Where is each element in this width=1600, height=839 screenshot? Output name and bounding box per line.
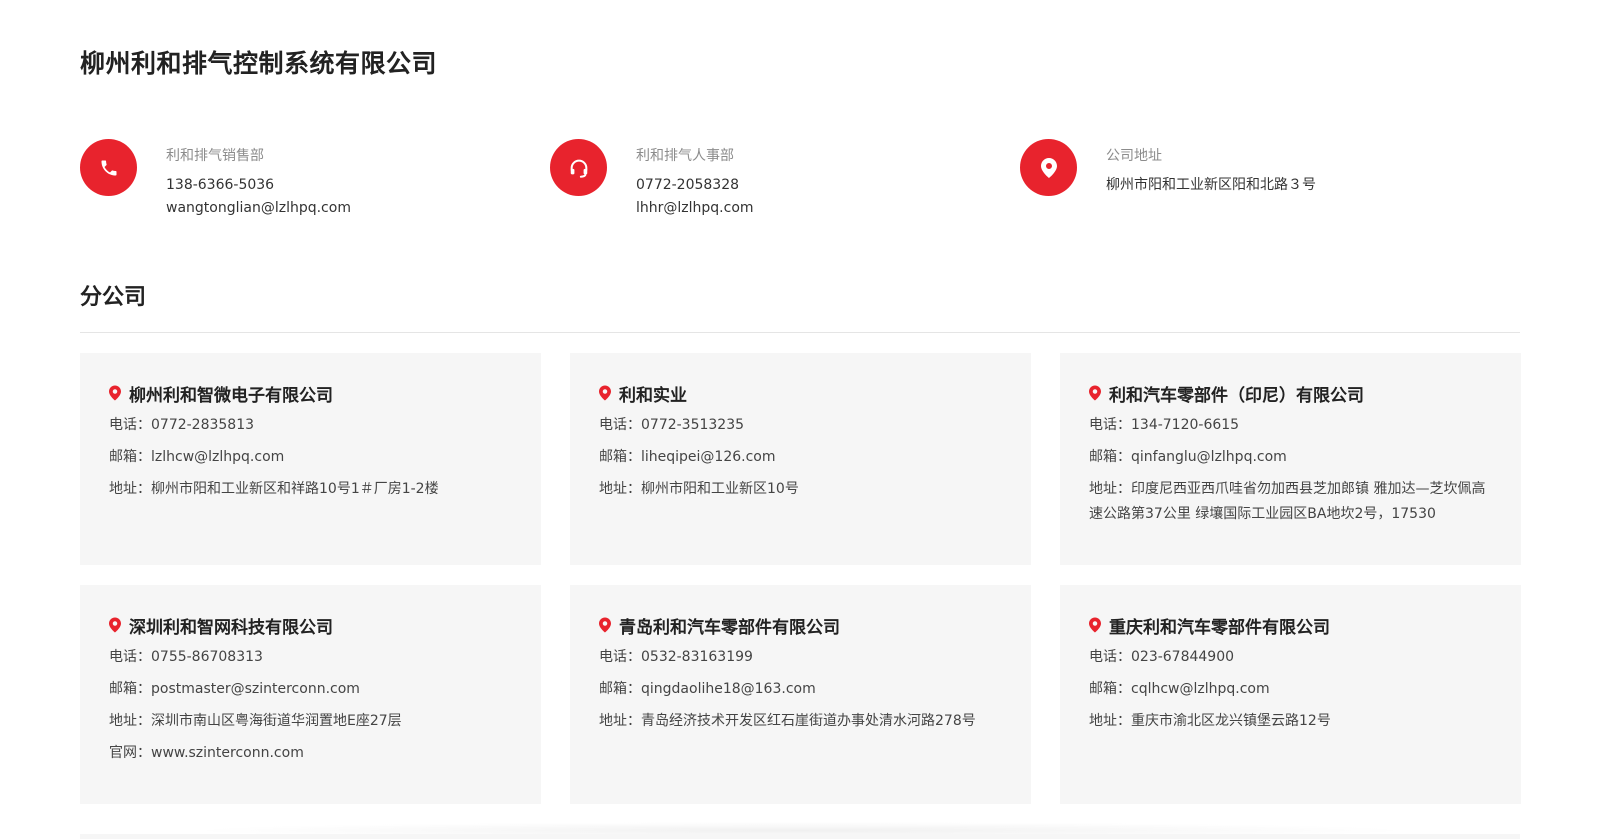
branch-card: 青岛利和汽车零部件有限公司 电话：0532-83163199 邮箱：qingda… xyxy=(570,585,1031,804)
contact-label: 利和排气销售部 xyxy=(166,148,264,164)
contact-info: 公司地址 柳州市阳和工业新区阳和北路３号 xyxy=(1106,139,1316,197)
branch-card: 重庆利和汽车零部件有限公司 电话：023-67844900 邮箱：cqlhcw@… xyxy=(1060,585,1521,804)
branch-phone: 电话：134-7120-6615 xyxy=(1089,417,1240,433)
branch-name: 深圳利和智网科技有限公司 xyxy=(109,613,512,638)
branch-card: 利和实业 电话：0772-3513235 邮箱：liheqipei@126.co… xyxy=(570,353,1031,565)
location-pin-icon xyxy=(1020,139,1077,196)
branch-name-text: 重庆利和汽车零部件有限公司 xyxy=(1109,617,1330,638)
contact-list: 利和排气销售部 138-6366-5036 wangtonglian@lzlhp… xyxy=(80,139,1520,239)
location-pin-icon xyxy=(1089,617,1101,633)
branch-card: 利和汽车零部件（印尼）有限公司 电话：134-7120-6615 邮箱：qinf… xyxy=(1060,353,1521,565)
contact-address-text: 柳州市阳和工业新区阳和北路３号 xyxy=(1106,177,1316,193)
branch-address: 地址：柳州市阳和工业新区10号 xyxy=(599,481,799,497)
branch-name: 柳州利和智微电子有限公司 xyxy=(109,381,512,406)
branch-email: 邮箱：qinfanglu@lzlhpq.com xyxy=(1089,449,1287,465)
divider xyxy=(80,332,1520,333)
branch-name: 利和汽车零部件（印尼）有限公司 xyxy=(1089,381,1492,406)
contact-email: lhhr@lzlhpq.com xyxy=(636,200,754,216)
branch-name-text: 深圳利和智网科技有限公司 xyxy=(129,617,333,638)
location-pin-icon xyxy=(109,385,121,401)
branch-name-text: 青岛利和汽车零部件有限公司 xyxy=(619,617,840,638)
contact-address: 公司地址 柳州市阳和工业新区阳和北路３号 xyxy=(1020,139,1316,197)
branch-email: 邮箱：liheqipei@126.com xyxy=(599,449,776,465)
branch-phone: 电话：0532-83163199 xyxy=(599,649,753,665)
branch-name-text: 利和实业 xyxy=(619,385,687,406)
branch-name: 青岛利和汽车零部件有限公司 xyxy=(599,613,1002,638)
contact-phone: 0772-2058328 xyxy=(636,177,740,193)
branch-email: 邮箱：postmaster@szinterconn.com xyxy=(109,681,360,697)
branch-email: 邮箱：cqlhcw@lzlhpq.com xyxy=(1089,681,1270,697)
branch-name: 重庆利和汽车零部件有限公司 xyxy=(1089,613,1492,638)
branch-address: 地址：重庆市渝北区龙兴镇堡云路12号 xyxy=(1089,713,1331,729)
contact-sales: 利和排气销售部 138-6366-5036 wangtonglian@lzlhp… xyxy=(80,139,351,220)
section-title: 分公司 xyxy=(80,285,147,310)
branch-phone: 电话：0772-3513235 xyxy=(599,417,745,433)
branch-name: 利和实业 xyxy=(599,381,1002,406)
page: 柳州利和排气控制系统有限公司 利和排气销售部 138-6366-5036 wan… xyxy=(0,0,1600,839)
contact-label: 利和排气人事部 xyxy=(636,148,734,164)
contact-email: wangtonglian@lzlhpq.com xyxy=(166,200,351,216)
branch-phone: 电话：0755-86708313 xyxy=(109,649,263,665)
branch-card: 深圳利和智网科技有限公司 电话：0755-86708313 邮箱：postmas… xyxy=(80,585,541,804)
location-pin-icon xyxy=(109,617,121,633)
contact-info: 利和排气人事部 0772-2058328 lhhr@lzlhpq.com xyxy=(636,139,754,220)
footer-edge xyxy=(80,834,1520,839)
phone-icon xyxy=(80,139,137,196)
branch-name-text: 利和汽车零部件（印尼）有限公司 xyxy=(1109,385,1364,406)
branch-address: 地址：印度尼西亚西爪哇省勿加西县芝加郎镇 雅加达—芝坎佩高速公路第37公里 绿壤… xyxy=(1089,481,1486,522)
branch-phone: 电话：0772-2835813 xyxy=(109,417,255,433)
location-pin-icon xyxy=(599,617,611,633)
branch-phone: 电话：023-67844900 xyxy=(1089,649,1235,665)
contact-info: 利和排气销售部 138-6366-5036 wangtonglian@lzlhp… xyxy=(166,139,351,220)
branch-card: 柳州利和智微电子有限公司 电话：0772-2835813 邮箱：lzlhcw@l… xyxy=(80,353,541,565)
branch-name-text: 柳州利和智微电子有限公司 xyxy=(129,385,333,406)
company-title: 柳州利和排气控制系统有限公司 xyxy=(80,49,438,78)
branch-website: 官网：www.szinterconn.com xyxy=(109,745,304,761)
contact-phone: 138-6366-5036 xyxy=(166,177,275,193)
branch-email: 邮箱：qingdaolihe18@163.com xyxy=(599,681,816,697)
location-pin-icon xyxy=(599,385,611,401)
branch-address: 地址：深圳市南山区粤海街道华润置地E座27层 xyxy=(109,713,402,729)
location-pin-icon xyxy=(1089,385,1101,401)
contact-label: 公司地址 xyxy=(1106,148,1162,164)
branch-email: 邮箱：lzlhcw@lzlhpq.com xyxy=(109,449,285,465)
contact-hr: 利和排气人事部 0772-2058328 lhhr@lzlhpq.com xyxy=(550,139,754,220)
branch-address: 地址：柳州市阳和工业新区和祥路10号1＃厂房1-2楼 xyxy=(109,481,439,497)
headset-icon xyxy=(550,139,607,196)
branch-address: 地址：青岛经济技术开发区红石崖街道办事处清水河路278号 xyxy=(599,713,976,729)
